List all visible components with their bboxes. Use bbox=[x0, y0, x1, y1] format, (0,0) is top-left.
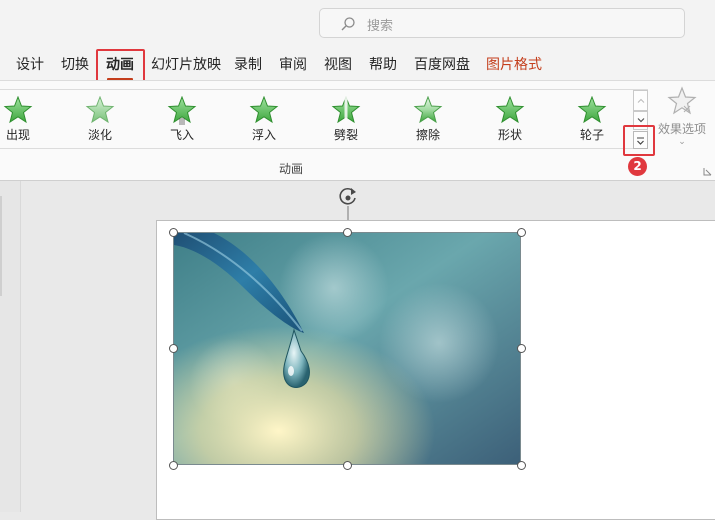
animation-wipe[interactable]: 擦除 bbox=[397, 92, 459, 143]
animation-label: 浮入 bbox=[251, 128, 276, 142]
star-wheel-icon bbox=[577, 96, 607, 124]
animation-label: 轮子 bbox=[579, 128, 604, 142]
star-fade-icon bbox=[85, 96, 115, 124]
waterdrop-photo bbox=[174, 233, 520, 464]
effect-options-star-icon bbox=[667, 86, 697, 115]
chevron-down-icon: ⌄ bbox=[678, 137, 686, 147]
resize-handle-bottom-right[interactable] bbox=[517, 461, 526, 470]
animation-split[interactable]: 劈裂 bbox=[315, 92, 377, 143]
animation-gallery: 出现 淡化 飞入 浮入 劈裂 擦除 形状 轮子 bbox=[0, 89, 648, 149]
resize-handle-top-right[interactable] bbox=[517, 228, 526, 237]
tab-slideshow[interactable]: 幻灯片放映 bbox=[151, 54, 221, 74]
selected-picture[interactable] bbox=[173, 232, 521, 465]
dialog-launcher-icon[interactable] bbox=[703, 167, 712, 176]
animation-label: 劈裂 bbox=[333, 128, 358, 142]
resize-handle-bottom-left[interactable] bbox=[169, 461, 178, 470]
tab-review[interactable]: 审阅 bbox=[279, 54, 307, 74]
star-shape-icon bbox=[495, 96, 525, 124]
ribbon-panel: 出现 淡化 飞入 浮入 劈裂 擦除 形状 轮子 动画 bbox=[0, 80, 715, 181]
animation-wheel[interactable]: 轮子 bbox=[561, 92, 623, 143]
callout-highlight-more-button bbox=[623, 125, 655, 156]
resize-handle-right[interactable] bbox=[517, 344, 526, 353]
rotate-handle-icon[interactable] bbox=[336, 186, 360, 220]
star-appear-icon bbox=[3, 96, 33, 124]
search-icon bbox=[341, 17, 355, 31]
slide-thumbnail-pane bbox=[0, 181, 21, 512]
ribbon-group-label: 动画 bbox=[279, 162, 304, 176]
tab-record[interactable]: 录制 bbox=[234, 54, 262, 74]
star-fly-in-icon bbox=[167, 96, 197, 125]
chevron-down-icon bbox=[637, 118, 644, 123]
animation-fade[interactable]: 淡化 bbox=[69, 92, 131, 143]
animation-shape[interactable]: 形状 bbox=[479, 92, 541, 143]
tab-transitions[interactable]: 切换 bbox=[61, 54, 89, 74]
chevron-up-icon bbox=[637, 98, 644, 103]
effect-options-label: 效果选项 bbox=[657, 122, 706, 136]
animation-label: 出现 bbox=[5, 128, 30, 142]
title-bar: : 搜索 bbox=[0, 0, 715, 46]
animation-appear[interactable]: 出现 bbox=[0, 92, 49, 143]
star-wipe-icon bbox=[413, 96, 443, 124]
animation-label: 擦除 bbox=[415, 128, 440, 142]
tab-view[interactable]: 视图 bbox=[324, 54, 352, 74]
effect-options-button[interactable]: 效果选项 ⌄ bbox=[654, 86, 710, 147]
search-placeholder: 搜索 bbox=[367, 19, 394, 34]
resize-handle-top[interactable] bbox=[343, 228, 352, 237]
animation-label: 形状 bbox=[497, 128, 522, 142]
tab-help[interactable]: 帮助 bbox=[369, 54, 397, 74]
thumbnail-edge bbox=[0, 196, 2, 296]
star-float-in-icon bbox=[249, 96, 279, 124]
animation-label: 飞入 bbox=[169, 128, 194, 142]
tab-picture-format[interactable]: 图片格式 bbox=[486, 54, 542, 74]
animation-fly-in[interactable]: 飞入 bbox=[151, 92, 213, 143]
gallery-scroll-up-button[interactable] bbox=[633, 90, 648, 111]
resize-handle-bottom[interactable] bbox=[343, 461, 352, 470]
search-box[interactable]: 搜索 bbox=[319, 8, 685, 38]
resize-handle-left[interactable] bbox=[169, 344, 178, 353]
star-split-icon bbox=[331, 96, 361, 124]
tab-design[interactable]: 设计 bbox=[16, 54, 44, 74]
animation-float-in[interactable]: 浮入 bbox=[233, 92, 295, 143]
tab-baidu-netdisk[interactable]: 百度网盘 bbox=[414, 54, 470, 74]
resize-handle-top-left[interactable] bbox=[169, 228, 178, 237]
callout-badge-2: 2 bbox=[628, 157, 647, 176]
cropped-title-glyph: : bbox=[0, 14, 1, 29]
animation-label: 淡化 bbox=[87, 128, 112, 142]
